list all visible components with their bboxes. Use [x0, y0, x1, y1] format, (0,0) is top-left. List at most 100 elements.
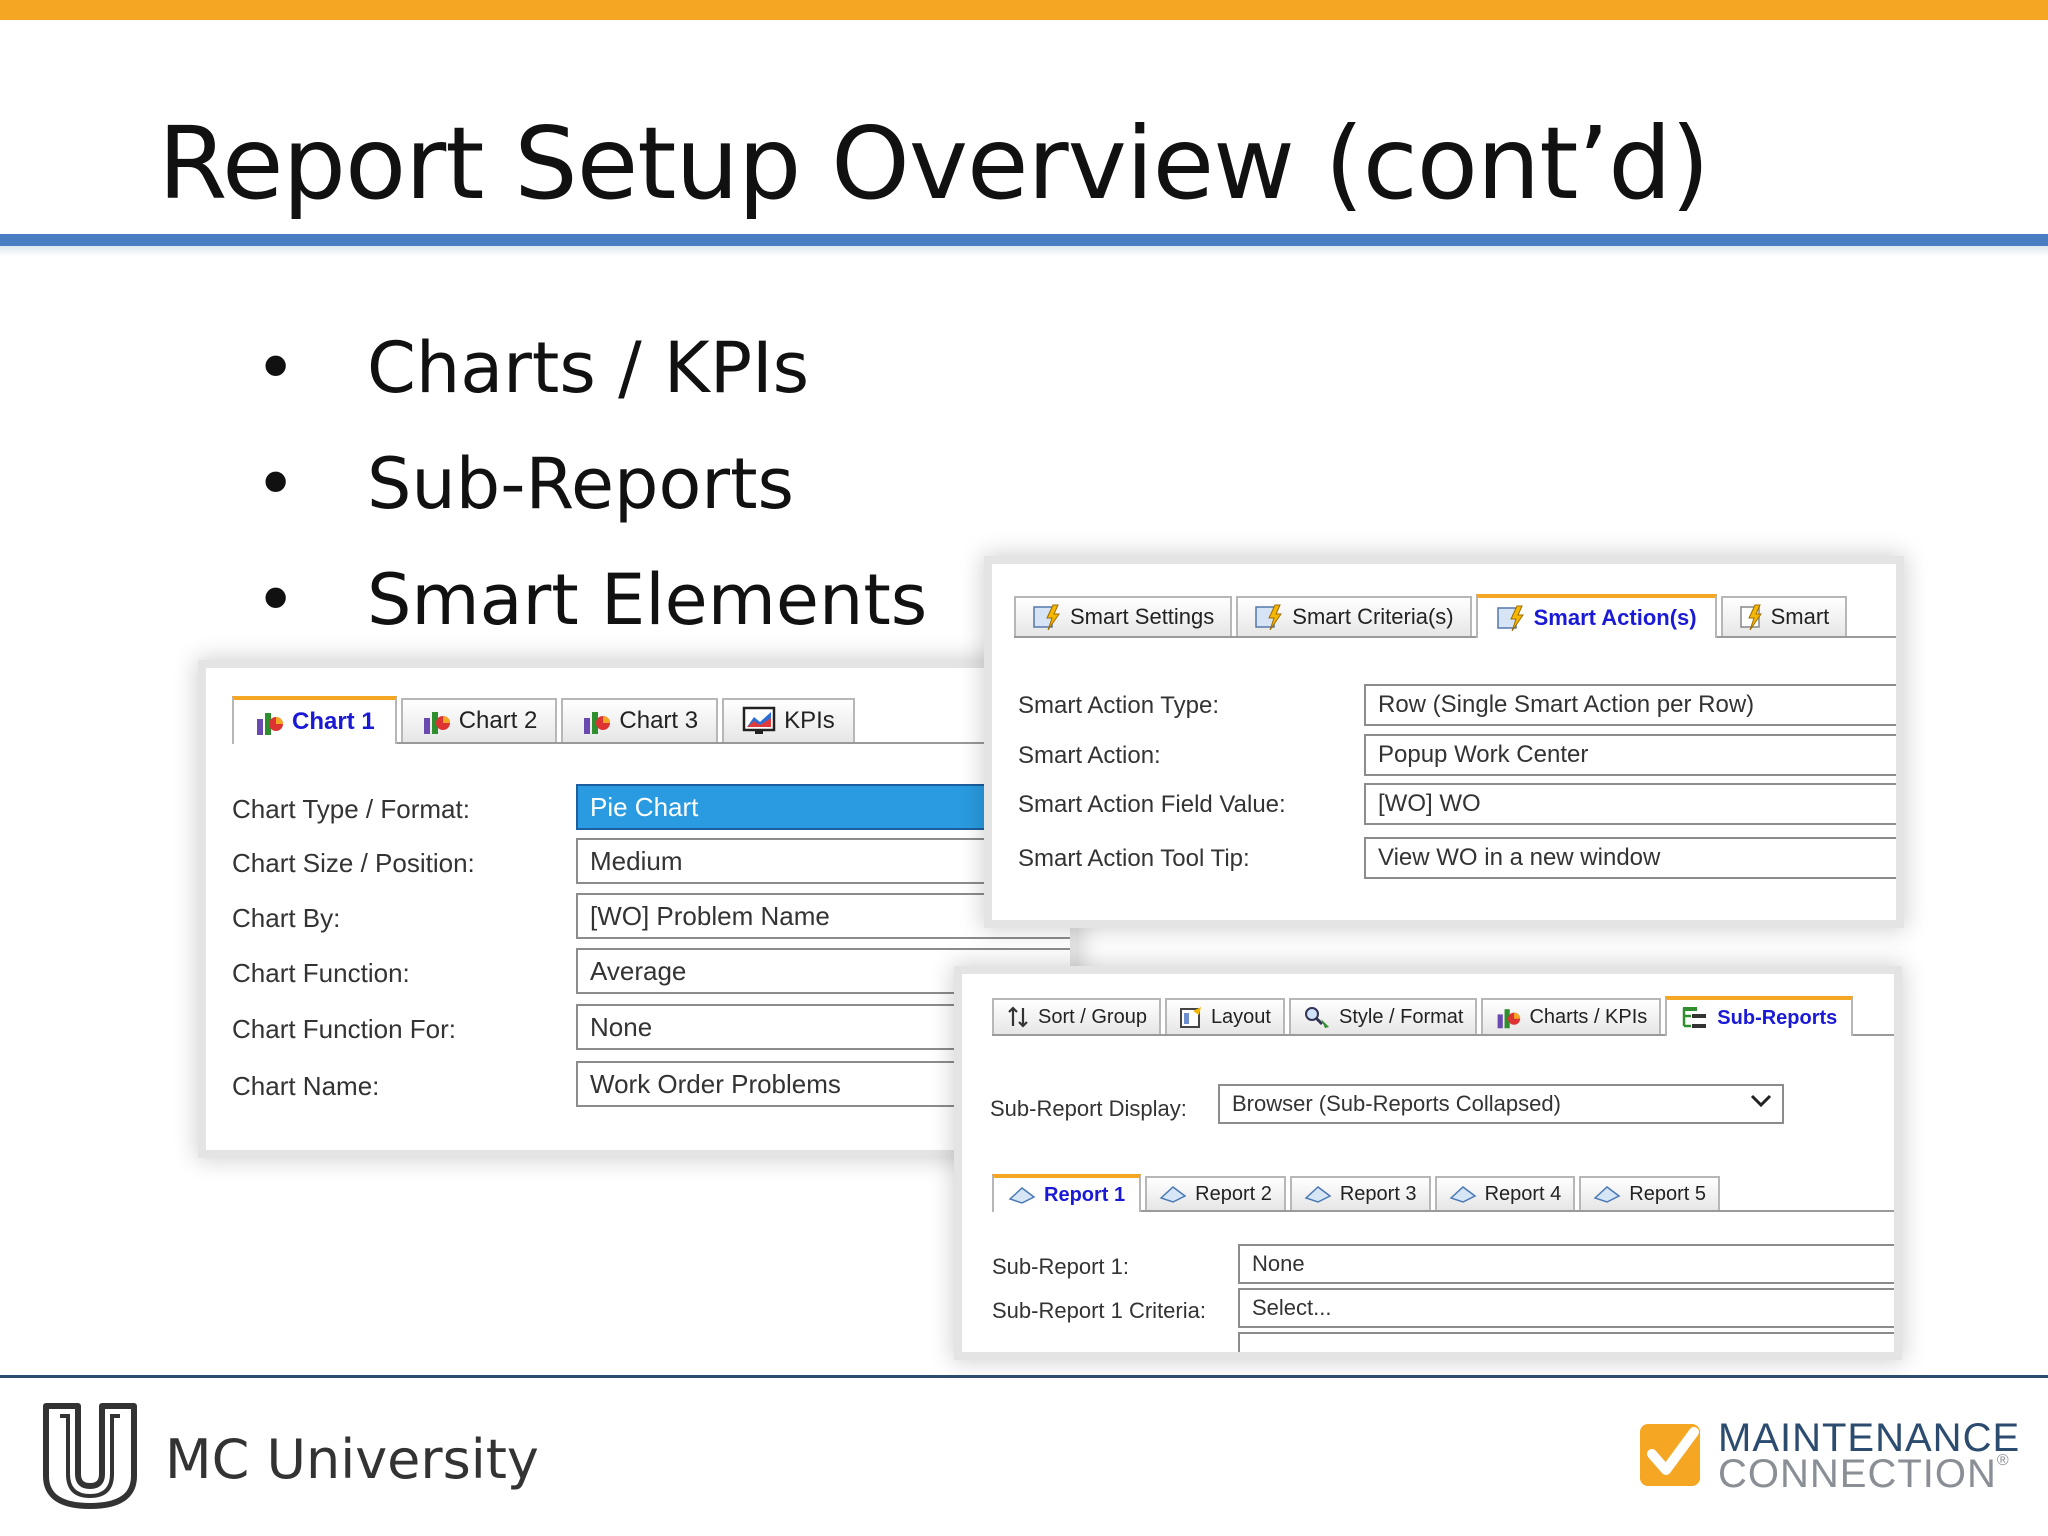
tab-label: Smart Criteria(s) — [1292, 604, 1454, 629]
brand-text: CONNECTION — [1718, 1452, 1997, 1496]
tab-label: Report 2 — [1195, 1182, 1272, 1205]
tab-kpis[interactable]: KPIs — [722, 698, 855, 742]
tab-label: Chart 2 — [458, 707, 538, 734]
field-label: Smart Action Type: — [1018, 692, 1219, 719]
tab-label: Smart Action(s) — [1533, 605, 1697, 630]
field-label: Chart Name: — [232, 1071, 380, 1101]
tab-sub-reports[interactable]: Sub-Reports — [1665, 996, 1854, 1036]
footer-rule — [0, 1375, 2048, 1378]
tab-chart-2[interactable]: Chart 2 — [400, 698, 558, 742]
field-label: Smart Action Field Value: — [1018, 791, 1286, 818]
bullet-dot: • — [255, 559, 297, 641]
report-tabbar: Report 1 Report 2 Report 3 Report 4 Repo… — [992, 1172, 1894, 1212]
field-label: Chart Type / Format: — [232, 794, 470, 824]
tab-report-3[interactable]: Report 3 — [1289, 1176, 1431, 1210]
tab-smart-criteria[interactable]: Smart Criteria(s) — [1236, 596, 1472, 636]
registered-mark: ® — [1996, 1452, 2010, 1469]
field-label: Sub-Report 1 Criteria: — [992, 1298, 1206, 1323]
smart-action-tooltip-input[interactable]: View WO in a new window — [1364, 837, 1896, 879]
tab-label: Report 3 — [1339, 1182, 1417, 1205]
bullet-item: • Charts / KPIs — [255, 310, 927, 426]
tab-smart-more[interactable]: Smart — [1720, 596, 1848, 636]
bullet-text: Smart Elements — [367, 559, 928, 641]
tab-label: Smart — [1770, 604, 1830, 629]
tab-label: Chart 3 — [619, 707, 699, 734]
field-label: Chart Function: — [232, 958, 410, 988]
tab-label: Report 1 — [1044, 1183, 1126, 1206]
report-doc-icon — [1449, 1184, 1477, 1204]
lightning-doc-icon — [1032, 603, 1062, 631]
tab-chart-1[interactable]: Chart 1 — [232, 696, 397, 744]
report-doc-icon — [1593, 1184, 1621, 1204]
smart-tabbar: Smart Settings Smart Criteria(s) Smart A… — [1014, 594, 1896, 638]
tab-label: Report 4 — [1484, 1182, 1562, 1205]
tab-charts-kpis[interactable]: Charts / KPIs — [1481, 998, 1662, 1034]
pie-chart-icon — [1495, 1004, 1521, 1030]
smart-elements-panel: Smart Settings Smart Criteria(s) Smart A… — [992, 564, 1896, 920]
maintenance-connection-logo-icon — [1636, 1418, 1706, 1490]
chart-settings-panel: Chart 1 Chart 2 Chart 3 KPIs Chart Type … — [206, 668, 1070, 1150]
field-label: Chart By: — [232, 903, 341, 933]
tab-label: Charts / KPIs — [1529, 1005, 1648, 1028]
tab-label: Style / Format — [1339, 1005, 1464, 1028]
sub-report-next-field[interactable] — [1238, 1332, 1894, 1352]
slide-title: Report Setup Overview (cont’d) — [158, 105, 1710, 222]
bullet-dot: • — [255, 327, 297, 409]
title-rule — [0, 234, 2048, 246]
tab-label: Report 5 — [1629, 1182, 1706, 1205]
tab-report-1[interactable]: Report 1 — [992, 1174, 1142, 1212]
sub-report-display-select[interactable]: Browser (Sub-Reports Collapsed) — [1218, 1084, 1784, 1124]
field-label: Chart Size / Position: — [232, 848, 475, 878]
tab-report-5[interactable]: Report 5 — [1579, 1176, 1720, 1210]
title-rule-shadow — [0, 246, 2048, 256]
chevron-down-icon — [1748, 1091, 1774, 1117]
tab-label: Sub-Reports — [1717, 1006, 1838, 1029]
tab-report-4[interactable]: Report 4 — [1434, 1176, 1576, 1210]
bullet-list: • Charts / KPIs • Sub-Reports • Smart Eleme… — [255, 310, 927, 658]
bullet-item: • Sub-Reports — [255, 426, 927, 542]
bullet-text: Sub-Reports — [367, 443, 795, 525]
field-label: Chart Function For: — [232, 1014, 456, 1044]
sub-report-1-select[interactable]: None — [1238, 1244, 1894, 1284]
report-doc-icon — [1304, 1184, 1332, 1204]
field-label: Smart Action: — [1018, 742, 1161, 769]
university-name: MC University — [165, 1428, 539, 1491]
magnifier-brush-icon — [1303, 1005, 1331, 1029]
pie-chart-icon — [254, 707, 284, 737]
tab-sort-group[interactable]: Sort / Group — [992, 998, 1161, 1034]
sub-reports-panel: Sort / Group Layout Style / Format Chart… — [962, 974, 1894, 1352]
field-label: Sub-Report Display: — [990, 1096, 1187, 1121]
bullet-dot: • — [255, 443, 297, 525]
tab-label: KPIs — [784, 707, 835, 734]
chart-tabbar: Chart 1 Chart 2 Chart 3 KPIs — [232, 696, 1052, 744]
bullet-text: Charts / KPIs — [367, 327, 810, 409]
report-options-tabbar: Sort / Group Layout Style / Format Chart… — [992, 996, 1894, 1036]
smart-action-field-value-select[interactable]: [WO] WO — [1364, 783, 1896, 825]
brand-name-line-2: CONNECTION® — [1718, 1452, 2010, 1497]
pie-chart-icon — [421, 706, 451, 736]
monitor-chart-icon — [742, 706, 776, 736]
tab-label: Layout — [1210, 1005, 1271, 1028]
field-label: Smart Action Tool Tip: — [1018, 845, 1250, 872]
sub-report-1-criteria-select[interactable]: Select... — [1238, 1288, 1894, 1328]
tab-report-2[interactable]: Report 2 — [1145, 1176, 1286, 1210]
layout-icon — [1179, 1005, 1203, 1029]
sort-arrows-icon — [1006, 1005, 1030, 1029]
field-label: Sub-Report 1: — [992, 1254, 1129, 1279]
lightning-doc-icon — [1496, 604, 1526, 632]
tab-smart-actions[interactable]: Smart Action(s) — [1475, 594, 1717, 638]
tab-smart-settings[interactable]: Smart Settings — [1014, 596, 1233, 636]
pie-chart-icon — [581, 706, 611, 736]
tab-label: Sort / Group — [1038, 1005, 1147, 1028]
top-accent-bar — [0, 0, 2048, 20]
tab-style-format[interactable]: Style / Format — [1289, 998, 1478, 1034]
tab-label: Chart 1 — [292, 708, 375, 735]
tab-layout[interactable]: Layout — [1164, 998, 1285, 1034]
report-doc-icon — [1008, 1185, 1036, 1205]
lightning-doc-icon — [1254, 603, 1284, 631]
university-logo — [42, 1402, 138, 1510]
tab-label: Smart Settings — [1070, 604, 1215, 629]
smart-action-select[interactable]: Popup Work Center — [1364, 734, 1896, 776]
tab-chart-3[interactable]: Chart 3 — [561, 698, 719, 742]
smart-action-type-select[interactable]: Row (Single Smart Action per Row) — [1364, 684, 1896, 726]
